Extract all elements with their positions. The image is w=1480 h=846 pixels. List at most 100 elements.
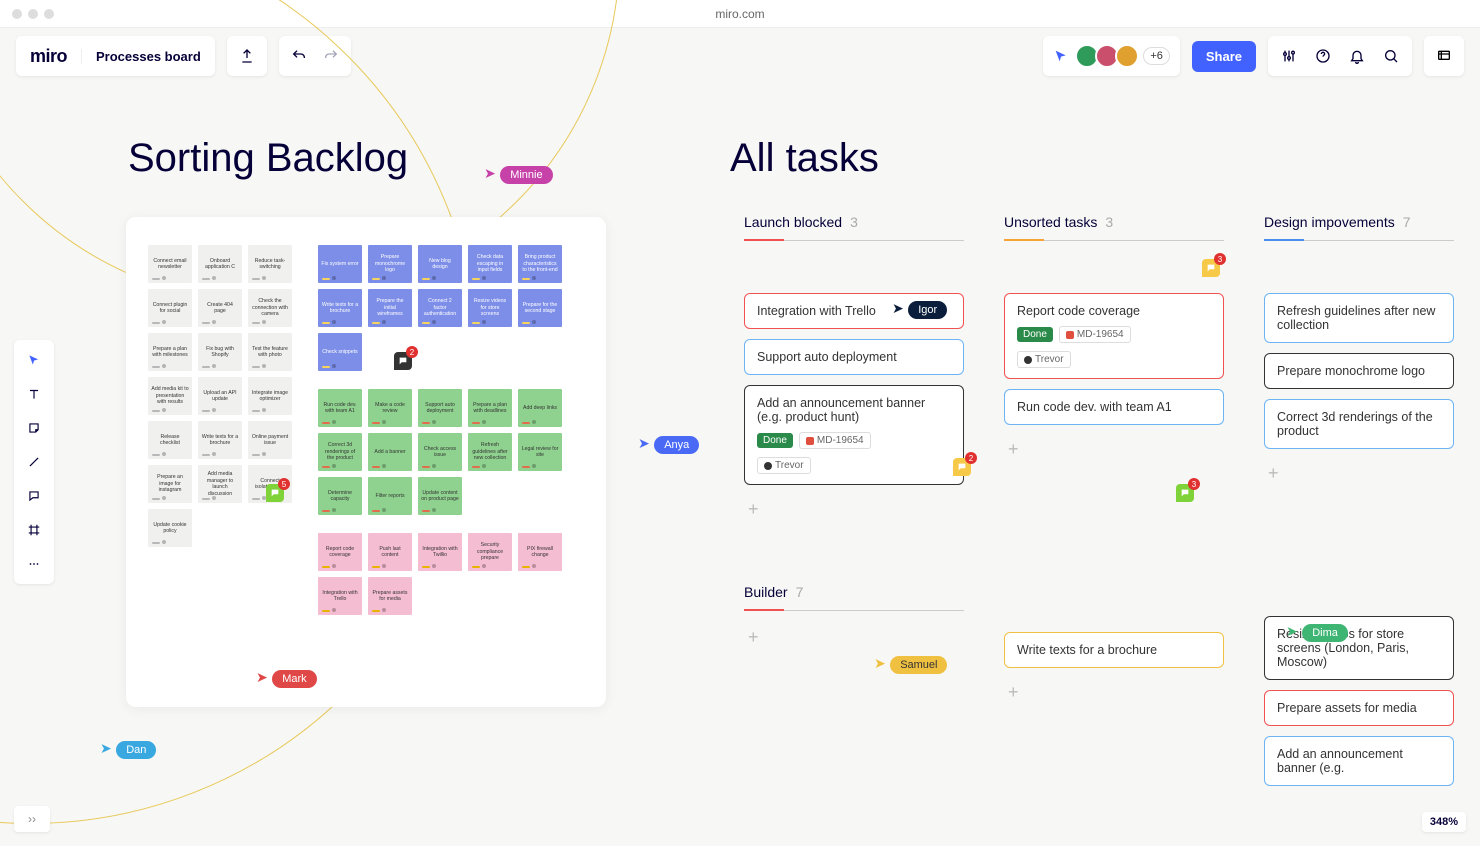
sticky-note[interactable]: Connect 2 factor authentication bbox=[418, 289, 462, 327]
settings-icon[interactable] bbox=[1274, 48, 1304, 64]
browser-chrome: miro.com bbox=[0, 0, 1480, 28]
add-card-button[interactable]: + bbox=[744, 623, 964, 652]
sticky-note[interactable]: Upload an API update bbox=[198, 377, 242, 415]
share-button[interactable]: Share bbox=[1192, 41, 1256, 72]
sticky-note[interactable]: Refresh guidelines after new collection bbox=[468, 433, 512, 471]
select-tool[interactable] bbox=[20, 346, 48, 374]
sticky-note[interactable]: Report code coverage bbox=[318, 533, 362, 571]
kanban-card[interactable]: Correct 3d renderings of the product bbox=[1264, 399, 1454, 449]
text-tool[interactable] bbox=[20, 380, 48, 408]
sticky-note[interactable]: New blog design bbox=[418, 245, 462, 283]
sticky-note[interactable]: Integration with Trello bbox=[318, 577, 362, 615]
add-card-button[interactable]: + bbox=[744, 495, 964, 524]
sticky-note[interactable]: Filter reports bbox=[368, 477, 412, 515]
comment-tool[interactable] bbox=[20, 482, 48, 510]
sticky-note[interactable]: Check snippets bbox=[318, 333, 362, 371]
sticky-note[interactable]: Run code dev. with team A1 bbox=[318, 389, 362, 427]
kanban-card[interactable]: Run code dev. with team A1 bbox=[1004, 389, 1224, 425]
add-card-button[interactable]: + bbox=[1004, 435, 1224, 464]
more-tools[interactable] bbox=[20, 550, 48, 578]
sticky-note[interactable]: Prepare the initial wireframes bbox=[368, 289, 412, 327]
avatars[interactable]: +6 bbox=[1079, 44, 1170, 68]
sticky-note[interactable]: Update content on product page bbox=[418, 477, 462, 515]
sticky-note[interactable]: Write texts for a brochure bbox=[198, 421, 242, 459]
undo-icon[interactable] bbox=[285, 48, 313, 64]
sticky-note[interactable]: Connect plugin for social bbox=[148, 289, 192, 327]
sticky-note[interactable]: Fix bug with Shopify bbox=[198, 333, 242, 371]
frame-tool[interactable] bbox=[20, 516, 48, 544]
card-text: Support auto deployment bbox=[757, 350, 897, 364]
help-icon[interactable] bbox=[1308, 48, 1338, 64]
sticky-note[interactable]: Create 404 page bbox=[198, 289, 242, 327]
sticky-note[interactable]: Push last content bbox=[368, 533, 412, 571]
kanban-card[interactable]: Prepare monochrome logo bbox=[1264, 353, 1454, 389]
bell-icon[interactable] bbox=[1342, 48, 1372, 64]
sticky-note[interactable]: Add deep links bbox=[518, 389, 562, 427]
sticky-row: Release checklistWrite texts for a broch… bbox=[148, 421, 292, 459]
sticky-note[interactable]: Prepare monochrome logo bbox=[368, 245, 412, 283]
sticky-note[interactable]: Update cookie policy bbox=[148, 509, 192, 547]
comment-icon[interactable]: 5 bbox=[266, 484, 284, 502]
kanban-card[interactable]: Support auto deployment bbox=[744, 339, 964, 375]
sticky-note[interactable]: Support auto deployment bbox=[418, 389, 462, 427]
sticky-tool[interactable] bbox=[20, 414, 48, 442]
canvas[interactable]: Sorting Backlog All tasks Connect email … bbox=[0, 84, 1480, 846]
sticky-note[interactable]: Check the connection with camera bbox=[248, 289, 292, 327]
kanban-card[interactable]: Add an announcement banner (e.g. bbox=[1264, 736, 1454, 786]
miro-logo[interactable]: miro bbox=[30, 46, 67, 67]
card-text: Prepare assets for media bbox=[1277, 701, 1417, 715]
sticky-note[interactable]: Onboard application C bbox=[198, 245, 242, 283]
sticky-note[interactable]: Check access issue bbox=[418, 433, 462, 471]
kanban-card[interactable]: Refresh guidelines after new collection bbox=[1264, 293, 1454, 343]
kanban-card[interactable]: Prepare assets for media bbox=[1264, 690, 1454, 726]
sticky-panel[interactable]: Connect email newsletterOnboard applicat… bbox=[126, 217, 606, 707]
sticky-note[interactable]: Make a code review bbox=[368, 389, 412, 427]
sticky-note[interactable]: Correct 3d renderings of the product bbox=[318, 433, 362, 471]
sticky-note[interactable]: Release checklist bbox=[148, 421, 192, 459]
sticky-note[interactable]: Connect email newsletter bbox=[148, 245, 192, 283]
sticky-note[interactable]: Fix system error bbox=[318, 245, 362, 283]
sticky-note[interactable]: Prepare a plan with deadlines bbox=[468, 389, 512, 427]
comment-icon[interactable]: 2 bbox=[394, 352, 412, 370]
sticky-note[interactable]: Prepare an image for instagram bbox=[148, 465, 192, 503]
sticky-note[interactable]: Security compliance prepare bbox=[468, 533, 512, 571]
sticky-note[interactable]: Resize videos for store screens bbox=[468, 289, 512, 327]
more-users-count[interactable]: +6 bbox=[1143, 47, 1170, 65]
expand-button[interactable]: ›› bbox=[14, 806, 50, 832]
sticky-note[interactable]: Test the feature with photo bbox=[248, 333, 292, 371]
export-icon[interactable] bbox=[227, 48, 267, 64]
sticky-note[interactable]: Prepare for the second stage bbox=[518, 289, 562, 327]
sticky-note[interactable]: Bring product characteristics to the fro… bbox=[518, 245, 562, 283]
kanban-card[interactable]: Add an announcement banner (e.g. product… bbox=[744, 385, 964, 485]
sticky-note[interactable]: Determine capacity bbox=[318, 477, 362, 515]
redo-icon[interactable] bbox=[317, 48, 345, 64]
sticky-note[interactable]: Add a banner bbox=[368, 433, 412, 471]
sticky-note[interactable]: Prepare assets for media bbox=[368, 577, 412, 615]
add-card-button[interactable]: + bbox=[1004, 678, 1224, 707]
sticky-note[interactable]: Integration with Twillio bbox=[418, 533, 462, 571]
sticky-note[interactable]: Add media manager to launch discussion bbox=[198, 465, 242, 503]
cursor-mode-icon[interactable] bbox=[1053, 48, 1069, 64]
sticky-note[interactable]: Online payment issue bbox=[248, 421, 292, 459]
search-icon[interactable] bbox=[1376, 48, 1406, 64]
comment-icon[interactable]: 3 bbox=[1202, 259, 1220, 277]
zoom-level[interactable]: 348% bbox=[1422, 812, 1466, 832]
sticky-note[interactable]: Prepare a plan with milestones bbox=[148, 333, 192, 371]
cursor-minnie: ➤ Minnie bbox=[484, 164, 553, 184]
sticky-note[interactable]: Legal review for site bbox=[518, 433, 562, 471]
sticky-note[interactable]: Check data escaping in input fields bbox=[468, 245, 512, 283]
comment-icon[interactable]: 3 bbox=[1176, 484, 1194, 502]
kanban-card[interactable]: Report code coverage Done MD-19654 Trevo… bbox=[1004, 293, 1224, 379]
comment-icon[interactable]: 2 bbox=[953, 458, 971, 476]
sticky-note[interactable]: Write texts for a brochure bbox=[318, 289, 362, 327]
sticky-note[interactable]: Integrate image optimizer bbox=[248, 377, 292, 415]
sticky-note[interactable]: Reduce task-switching bbox=[248, 245, 292, 283]
present-box[interactable] bbox=[1424, 36, 1464, 76]
kanban-card[interactable]: Write texts for a brochure bbox=[1004, 632, 1224, 668]
add-card-button[interactable]: + bbox=[1264, 459, 1454, 488]
board-name[interactable]: Processes board bbox=[81, 49, 201, 64]
avatar[interactable] bbox=[1115, 44, 1139, 68]
sticky-note[interactable]: PIX firewall change bbox=[518, 533, 562, 571]
sticky-note[interactable]: Add media kit to presentation with resul… bbox=[148, 377, 192, 415]
line-tool[interactable] bbox=[20, 448, 48, 476]
